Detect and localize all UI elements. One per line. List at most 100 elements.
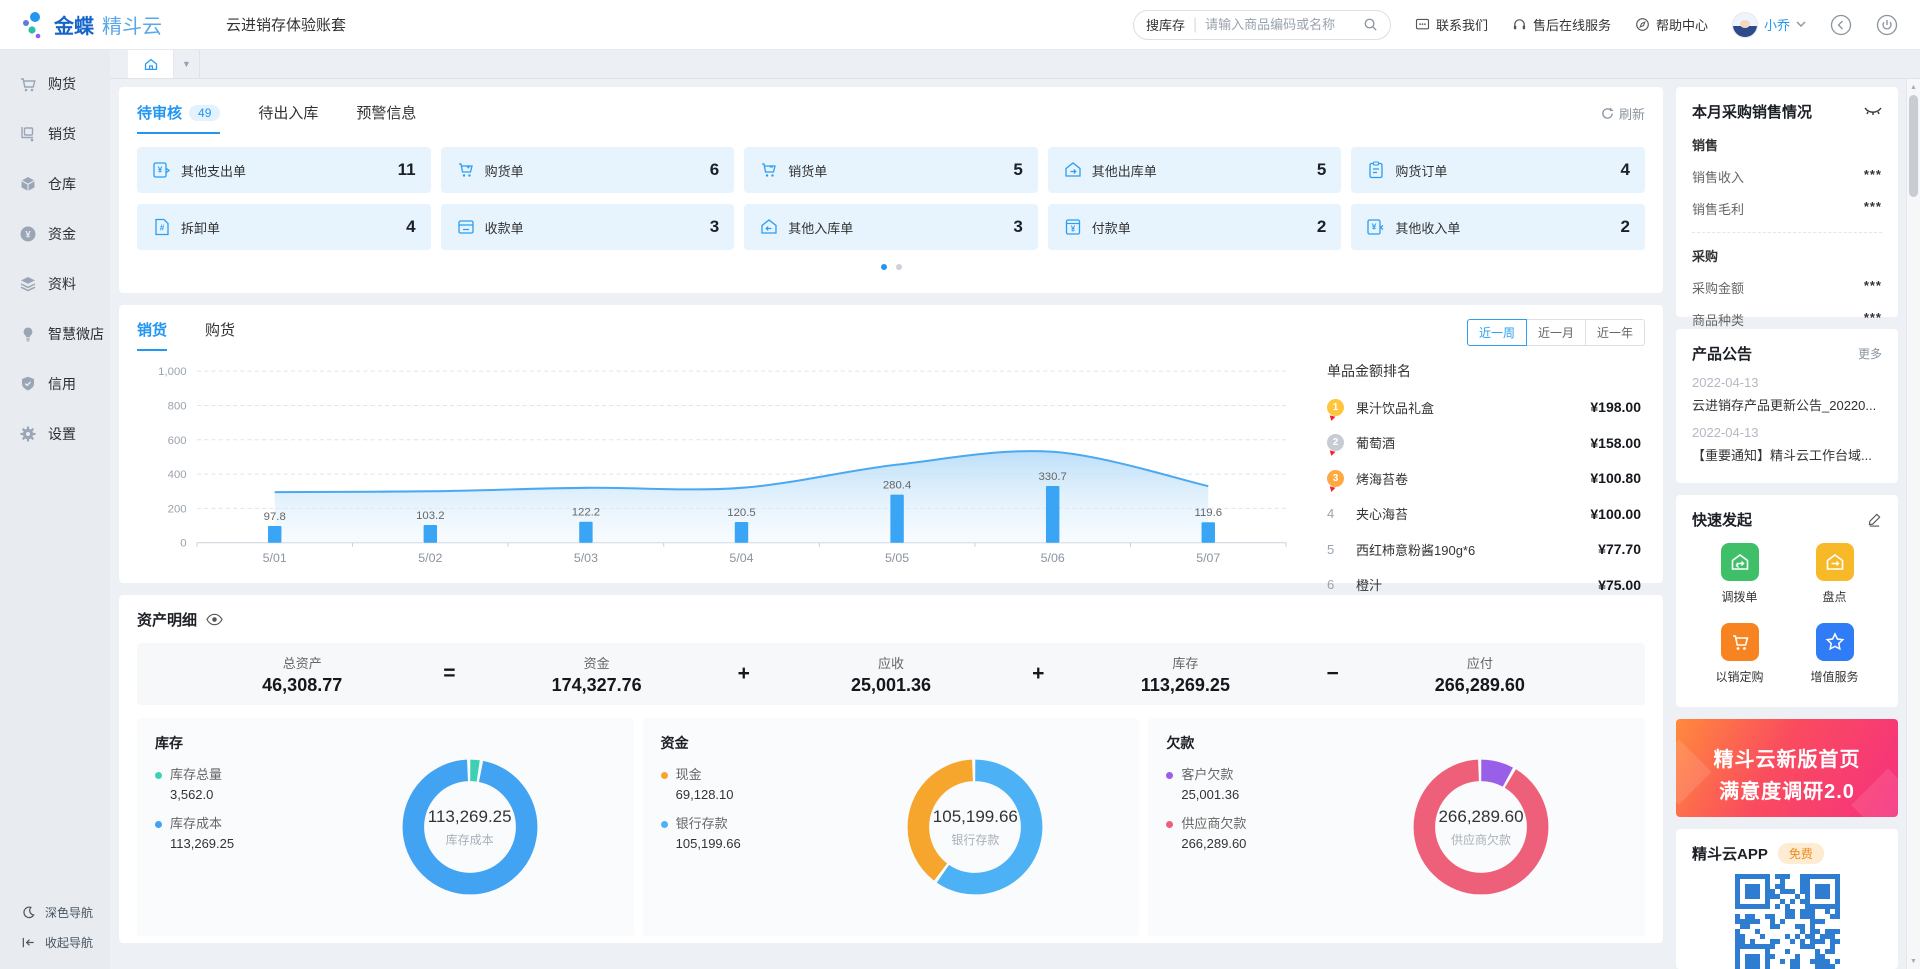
svg-text:0: 0 <box>180 538 186 550</box>
collapse-nav-button[interactable]: 收起导航 <box>0 927 110 957</box>
app-title: 精斗云APP <box>1692 843 1768 864</box>
ranking-row[interactable]: 5 西红柿意粉酱190g*6 ¥77.70 <box>1327 540 1641 559</box>
sidebar-item-settings[interactable]: 设置 <box>0 409 110 459</box>
product-announcements-card: 产品公告 更多 2022-04-13 云进销存产品更新公告_20220... 2… <box>1676 329 1898 483</box>
filter-last-year[interactable]: 近一年 <box>1585 319 1645 346</box>
donut-center-label: 银行存款 <box>951 831 999 848</box>
tab-pending-inout[interactable]: 待出入库 <box>258 102 318 132</box>
survey-banner[interactable]: 精斗云新版首页 满意度调研2.0 全新首页已到来 期待收到您的反馈 <box>1676 719 1898 817</box>
pagination-dot-1[interactable] <box>881 264 887 270</box>
todo-card-count: 4 <box>1621 160 1630 180</box>
svg-text:¥: ¥ <box>158 165 163 175</box>
refresh-button[interactable]: 刷新 <box>1601 102 1645 123</box>
todo-card-sales-order[interactable]: 销货单 5 <box>744 147 1038 193</box>
house-out-icon <box>1063 160 1083 180</box>
home-tab[interactable] <box>128 49 174 78</box>
formula-receivable: 应收 25,001.36 <box>756 653 1026 696</box>
gold-medal-icon: 1 <box>1327 399 1344 416</box>
ranking-item-amount: ¥198.00 <box>1590 399 1641 415</box>
ranking-row[interactable]: 2 葡萄酒 ¥158.00 <box>1327 433 1641 452</box>
todo-card-other-inbound[interactable]: 其他入库单 3 <box>744 204 1038 250</box>
left-nav-sidebar: 购货 销货 仓库 ¥ 资金 资料 <box>0 49 110 969</box>
back-circle-icon[interactable] <box>1830 14 1852 36</box>
page-scrollbar[interactable]: ▲ ▼ <box>1906 79 1920 969</box>
search-box[interactable]: 搜库存 | <box>1133 10 1391 40</box>
todo-card-other-income[interactable]: ¥ 其他收入单 2 <box>1351 204 1645 250</box>
quick-purchase-by-sales[interactable]: 以销定购 <box>1692 623 1787 685</box>
svg-text:120.5: 120.5 <box>727 507 755 519</box>
sidebar-item-data[interactable]: 资料 <box>0 259 110 309</box>
more-link[interactable]: 更多 <box>1858 345 1882 362</box>
announcement-date: 2022-04-13 <box>1692 425 1882 440</box>
todo-card-payment[interactable]: ¥ 付款单 2 <box>1048 204 1342 250</box>
tab-sales-trend[interactable]: 销货 <box>137 319 167 351</box>
todo-card-label: 其他入库单 <box>788 218 853 237</box>
summary-row-value: *** <box>1864 310 1882 329</box>
todo-card-purchase-request[interactable]: 购货订单 4 <box>1351 147 1645 193</box>
scrollbar-thumb[interactable] <box>1909 95 1918 197</box>
eye-closed-icon[interactable] <box>1864 107 1882 117</box>
inventory-donut-card: 库存 库存总量 3,562.0 库存成本 113,269.25 <box>137 718 634 936</box>
todo-card-other-expense[interactable]: ¥ 其他支出单 11 <box>137 147 431 193</box>
announcement-link[interactable]: 云进销存产品更新公告_20220... <box>1692 395 1882 414</box>
quick-stocktake[interactable]: 盘点 <box>1787 543 1882 605</box>
summary-row: 销售毛利 *** <box>1692 199 1882 218</box>
search-scope-label[interactable]: 搜库存 <box>1146 15 1185 34</box>
ranking-row[interactable]: 4 夹心海苔 ¥100.00 <box>1327 504 1641 523</box>
summary-row: 商品种类 *** <box>1692 310 1882 329</box>
sidebar-item-sales[interactable]: 销货 <box>0 109 110 159</box>
dark-nav-toggle[interactable]: 深色导航 <box>0 897 110 927</box>
logout-power-icon[interactable] <box>1876 14 1898 36</box>
quick-value-added-services[interactable]: 增值服务 <box>1787 623 1882 685</box>
star-icon <box>1824 631 1846 653</box>
app-logo[interactable]: 金蝶 精斗云 <box>22 10 162 40</box>
headset-icon <box>1512 17 1527 32</box>
ranking-item-name: 西红柿意粉酱190g*6 <box>1356 540 1475 559</box>
user-menu[interactable]: 小乔 <box>1732 12 1806 38</box>
svg-text:¥: ¥ <box>1071 225 1076 234</box>
filter-last-month[interactable]: 近一月 <box>1526 319 1586 346</box>
edit-pencil-icon[interactable] <box>1867 512 1882 527</box>
summary-row-value: *** <box>1864 278 1882 297</box>
legend-dot <box>155 772 162 779</box>
yen-circle-icon: ¥ <box>19 225 37 243</box>
scrollbar-up-arrow[interactable]: ▲ <box>1907 80 1920 94</box>
search-input[interactable] <box>1205 17 1363 32</box>
sidebar-item-warehouse[interactable]: 仓库 <box>0 159 110 209</box>
todo-card-purchase-order[interactable]: 购货单 6 <box>441 147 735 193</box>
sidebar-item-smart-store[interactable]: 智慧微店 <box>0 309 110 359</box>
filter-last-week[interactable]: 近一周 <box>1467 319 1527 346</box>
ranking-row[interactable]: 3 烤海苔卷 ¥100.80 <box>1327 469 1641 488</box>
divider <box>1692 232 1882 233</box>
main-content: 待审核 49 待出入库 预警信息 刷新 <box>110 79 1906 969</box>
tab-pending-review[interactable]: 待审核 49 <box>137 102 220 134</box>
tab-warning-info[interactable]: 预警信息 <box>356 102 416 132</box>
formula-label: 资金 <box>461 653 731 672</box>
sidebar-item-label: 仓库 <box>48 174 76 194</box>
todo-card-label: 其他出库单 <box>1092 161 1157 180</box>
tab-dropdown-button[interactable]: ▼ <box>174 49 200 78</box>
quick-transfer-order[interactable]: 调拨单 <box>1692 543 1787 605</box>
contact-us-link[interactable]: 联系我们 <box>1415 15 1488 34</box>
cart-minus-icon <box>759 160 779 180</box>
legend-value: 266,289.60 <box>1181 836 1627 851</box>
todo-card-other-outbound[interactable]: 其他出库单 5 <box>1048 147 1342 193</box>
ranking-item-amount: ¥158.00 <box>1590 435 1641 451</box>
sidebar-item-funds[interactable]: ¥ 资金 <box>0 209 110 259</box>
eye-open-icon[interactable] <box>206 613 223 626</box>
help-center-link[interactable]: 帮助中心 <box>1635 15 1708 34</box>
todo-card-disassembly[interactable]: # 拆卸单 4 <box>137 204 431 250</box>
todo-card-receipt[interactable]: 收款单 3 <box>441 204 735 250</box>
ranking-item-amount: ¥100.80 <box>1590 470 1641 486</box>
scrollbar-down-arrow[interactable]: ▼ <box>1907 954 1920 968</box>
sidebar-item-credit[interactable]: 信用 <box>0 359 110 409</box>
search-icon[interactable] <box>1363 17 1378 32</box>
ranking-row[interactable]: 6 橙汁 ¥75.00 <box>1327 575 1641 594</box>
tab-purchase-trend[interactable]: 购货 <box>205 319 235 349</box>
formula-value: 25,001.36 <box>756 675 1026 696</box>
after-sales-service-link[interactable]: 售后在线服务 <box>1512 15 1611 34</box>
announcement-link[interactable]: 【重要通知】精斗云工作台域... <box>1692 445 1882 464</box>
sidebar-item-purchase[interactable]: 购货 <box>0 59 110 109</box>
ranking-row[interactable]: 1 果汁饮品礼盒 ¥198.00 <box>1327 398 1641 417</box>
pagination-dot-2[interactable] <box>896 264 902 270</box>
